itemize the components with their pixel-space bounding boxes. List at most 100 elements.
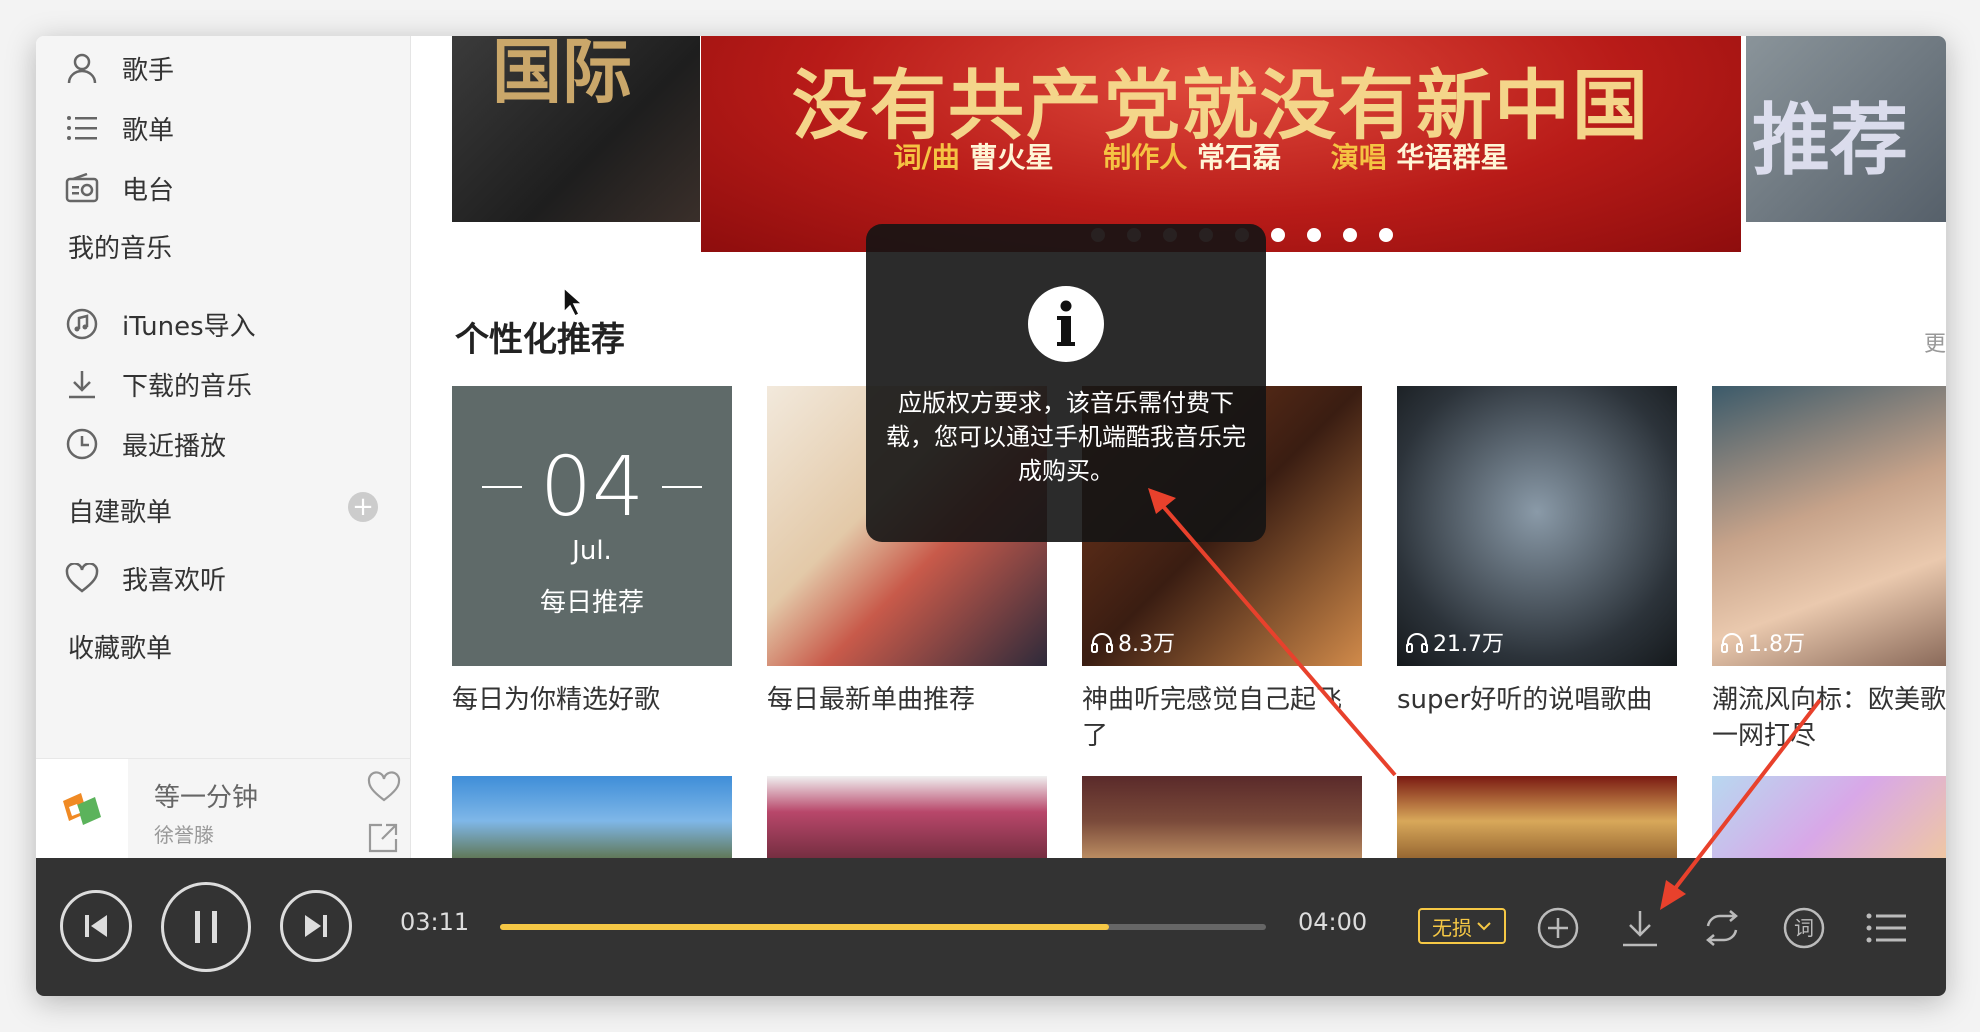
add-circle-icon <box>1537 907 1579 949</box>
play-count-value: 8.3万 <box>1118 632 1175 657</box>
playlist-card[interactable] <box>1397 776 1677 858</box>
credit-value: 华语群星 <box>1396 141 1509 174</box>
sidebar-item-singers[interactable]: 歌手 <box>62 46 174 90</box>
daily-label: 每日推荐 <box>539 588 644 618</box>
sidebar-item-label: 歌手 <box>122 55 175 86</box>
user-icon <box>62 48 102 88</box>
repeat-button[interactable] <box>1700 906 1744 950</box>
previous-icon <box>85 915 107 937</box>
playlist-card[interactable]: 21.7万 super好听的说唱歌曲 <box>1397 386 1677 718</box>
previous-button[interactable] <box>60 890 132 962</box>
play-count: 21.7万 <box>1405 626 1504 658</box>
lyrics-button[interactable]: 词 <box>1782 906 1826 950</box>
mini-artist: 徐誉滕 <box>154 823 214 847</box>
heart-icon <box>62 558 102 598</box>
info-icon <box>1028 286 1104 362</box>
more-link[interactable]: 更 <box>1924 326 1946 358</box>
share-icon[interactable] <box>366 821 400 855</box>
next-icon <box>305 915 327 937</box>
banner-prev-text: 国际 <box>492 36 632 113</box>
mini-player: 等一分钟 徐誉滕 <box>36 758 410 859</box>
daily-cover: 04 Jul. 每日推荐 <box>452 386 732 666</box>
banner-prev-slide[interactable]: 国际 <box>452 36 700 222</box>
card-title: 每日最新单曲推荐 <box>767 685 976 715</box>
playlist-card[interactable] <box>767 776 1047 858</box>
banner-dot[interactable] <box>1379 228 1393 242</box>
headphones-icon <box>1406 633 1428 653</box>
radio-icon <box>62 168 102 208</box>
sidebar-item-recent[interactable]: 最近播放 <box>62 422 226 466</box>
credit-key: 制作人 <box>1103 141 1188 174</box>
daily-month: Jul. <box>572 536 612 566</box>
sidebar-item-label: 我喜欢听 <box>122 565 227 596</box>
playlist-card[interactable] <box>1712 776 1946 858</box>
play-count-value: 1.8万 <box>1748 632 1805 657</box>
sidebar-item-downloaded[interactable]: 下载的音乐 <box>62 362 252 406</box>
pause-icon <box>195 911 217 943</box>
card-title: 每日为你精选好歌 <box>452 685 661 715</box>
music-note-icon <box>62 304 102 344</box>
playlist-icon <box>1866 913 1906 943</box>
list-icon <box>62 108 102 148</box>
svg-text:词: 词 <box>1794 916 1814 940</box>
quality-label: 无损 <box>1432 915 1472 940</box>
card-title: 神曲听完感觉自己起飞了 <box>1082 685 1343 751</box>
banner[interactable]: 没有共产党就没有新中国 词/曲 曹火星 制作人 常石磊 演唱 华语群星 <box>701 36 1741 252</box>
like-icon[interactable] <box>366 771 402 807</box>
sidebar-item-label: 电台 <box>122 175 175 206</box>
credit-value: 常石磊 <box>1196 141 1281 174</box>
banner-next-text: 推荐 <box>1752 95 1909 186</box>
toast-message: 应版权方要求，该音乐需付费下载，您可以通过手机端酷我音乐完成购买。 <box>886 389 1246 485</box>
download-icon <box>1623 911 1657 947</box>
current-time: 03:11 <box>400 908 470 936</box>
playlist-card[interactable] <box>1082 776 1362 858</box>
banner-dot[interactable] <box>1307 228 1321 242</box>
card-title: super好听的说唱歌曲 <box>1397 685 1653 715</box>
sidebar-item-radio[interactable]: 电台 <box>62 166 174 210</box>
headphones-icon <box>1721 633 1743 653</box>
playlist-card[interactable] <box>452 776 732 858</box>
play-count-value: 21.7万 <box>1433 632 1504 657</box>
add-playlist-button[interactable]: + <box>348 492 378 522</box>
my-music-title: 我的音乐 <box>68 234 173 264</box>
playlists-title: 自建歌单 <box>68 498 173 528</box>
playlist-button[interactable] <box>1864 906 1908 950</box>
sidebar-item-liked[interactable]: 我喜欢听 <box>62 556 226 600</box>
repeat-icon <box>1706 910 1738 946</box>
next-button[interactable] <box>280 890 352 962</box>
app-window: 歌手 歌单 电台 我的音乐 iTunes导入 下载的音乐 最近播放 自建歌单 +… <box>36 36 1946 996</box>
player-bar: 03:11 04:00 无损 词 <box>36 858 1946 996</box>
playlist-card[interactable]: 1.8万 潮流风向标：欧美歌一网打尽 <box>1712 386 1946 754</box>
download-button[interactable] <box>1618 906 1662 950</box>
quality-select[interactable]: 无损 <box>1418 908 1506 944</box>
credit-key: 词/曲 <box>893 141 960 174</box>
banner-dot[interactable] <box>1271 228 1285 242</box>
sidebar-item-playlists[interactable]: 歌单 <box>62 106 174 150</box>
banner-next-slide[interactable]: 推荐 <box>1746 36 1946 222</box>
sidebar-item-itunes-import[interactable]: iTunes导入 <box>62 302 256 346</box>
card-cover: 21.7万 <box>1397 386 1677 666</box>
banner-dot[interactable] <box>1343 228 1357 242</box>
album-art-icon <box>63 793 101 825</box>
download-icon <box>62 364 102 404</box>
copyright-toast: 应版权方要求，该音乐需付费下载，您可以通过手机端酷我音乐完成购买。 <box>866 224 1266 542</box>
play-count: 8.3万 <box>1090 626 1175 658</box>
daily-day: 04 <box>539 440 645 535</box>
sidebar-item-label: 最近播放 <box>122 431 227 462</box>
sidebar-item-label: 歌单 <box>122 115 175 146</box>
playlist-card[interactable]: 04 Jul. 每日推荐 每日为你精选好歌 <box>452 386 732 718</box>
main-content: 国际 推荐 没有共产党就没有新中国 词/曲 曹火星 制作人 常石磊 演唱 华语群… <box>411 36 1946 858</box>
banner-credits: 词/曲 曹火星 制作人 常石磊 演唱 华语群星 <box>701 136 1741 176</box>
mini-song-title: 等一分钟 <box>154 783 259 813</box>
sidebar: 歌手 歌单 电台 我的音乐 iTunes导入 下载的音乐 最近播放 自建歌单 +… <box>36 36 411 859</box>
mouse-cursor-icon <box>563 286 584 318</box>
album-cover[interactable] <box>36 759 128 859</box>
add-to-playlist-button[interactable] <box>1536 906 1580 950</box>
play-count: 1.8万 <box>1720 626 1805 658</box>
sidebar-item-label: 下载的音乐 <box>122 371 253 402</box>
lyrics-icon: 词 <box>1783 907 1825 949</box>
chevron-down-icon <box>1477 922 1491 931</box>
progress-bar[interactable] <box>500 924 1266 930</box>
total-time: 04:00 <box>1298 908 1368 936</box>
pause-button[interactable] <box>161 882 251 972</box>
